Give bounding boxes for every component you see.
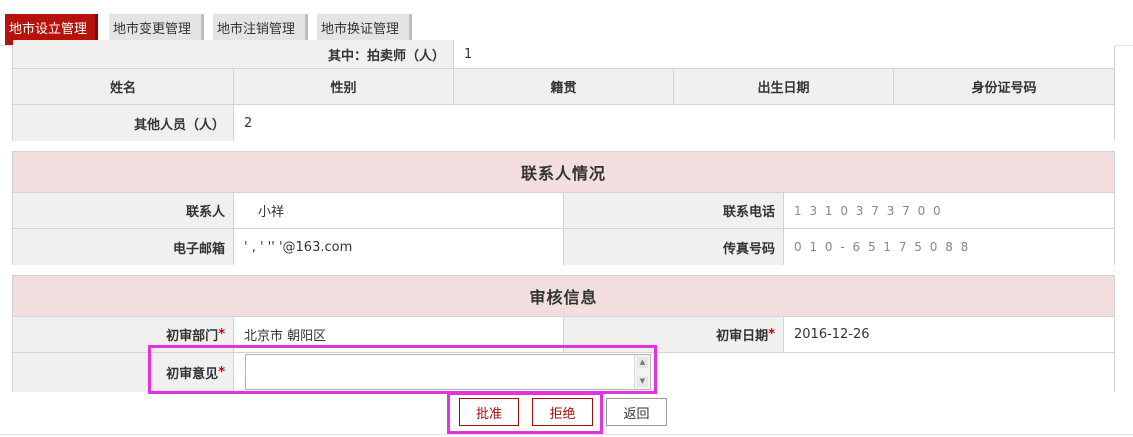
others-value: 2: [234, 105, 1114, 141]
approve-button[interactable]: 批准: [459, 398, 519, 426]
contact-section-title: 联系人情况: [13, 152, 1114, 192]
column-header-name: 姓名: [13, 69, 234, 104]
review-section-title: 审核信息: [13, 276, 1114, 316]
personnel-table: 其中：拍卖师（人） 1 姓名 性别 籍贯 出生日期 身份证号码 其他人员（人） …: [12, 40, 1115, 141]
personnel-header-row: 姓名 性别 籍贯 出生日期 身份证号码: [13, 69, 1114, 105]
others-row: 其他人员（人） 2: [13, 105, 1114, 141]
back-button[interactable]: 返回: [606, 398, 667, 426]
contact-phone-value: 1 3 1 0 3 7 3 7 0 0: [784, 193, 1114, 228]
contact-fax-label: 传真号码: [564, 229, 784, 265]
contact-name-value: 小祥: [234, 193, 564, 228]
others-label: 其他人员（人）: [13, 105, 234, 141]
contact-phone-label: 联系电话: [564, 193, 784, 228]
column-header-native-place: 籍贯: [454, 69, 674, 104]
contact-title-row: 联系人情况: [13, 152, 1114, 193]
review-title-row: 审核信息: [13, 276, 1114, 317]
required-mark: *: [218, 327, 225, 342]
contact-row-1: 联系人 小祥 联系电话 1 3 1 0 3 7 3 7 0 0: [13, 193, 1114, 229]
required-mark: *: [768, 327, 775, 342]
contact-fax-value: 0 1 0 - 6 5 1 7 5 0 8 8: [784, 229, 1114, 265]
contact-row-2: 电子邮箱 ' , ' '' '@163.com 传真号码 0 1 0 - 6 5…: [13, 229, 1114, 265]
review-date-value: 2016-12-26: [784, 317, 1114, 352]
reject-button[interactable]: 拒绝: [532, 398, 593, 426]
column-header-gender: 性别: [234, 69, 454, 104]
column-header-birth-date: 出生日期: [674, 69, 894, 104]
auctioneer-value: 1: [454, 40, 1114, 68]
column-header-id-number: 身份证号码: [894, 69, 1114, 104]
auctioneer-row: 其中：拍卖师（人） 1: [13, 40, 1114, 69]
contact-email-label: 电子邮箱: [13, 229, 234, 265]
opinion-highlight-box: [148, 345, 657, 394]
auctioneer-label: 其中：拍卖师（人）: [13, 40, 454, 68]
contact-email-value: ' , ' '' '@163.com: [234, 229, 564, 265]
contact-name-label: 联系人: [13, 193, 234, 228]
contact-section: 联系人情况 联系人 小祥 联系电话 1 3 1 0 3 7 3 7 0 0 电子…: [12, 151, 1115, 265]
bottom-divider: [0, 434, 1133, 435]
